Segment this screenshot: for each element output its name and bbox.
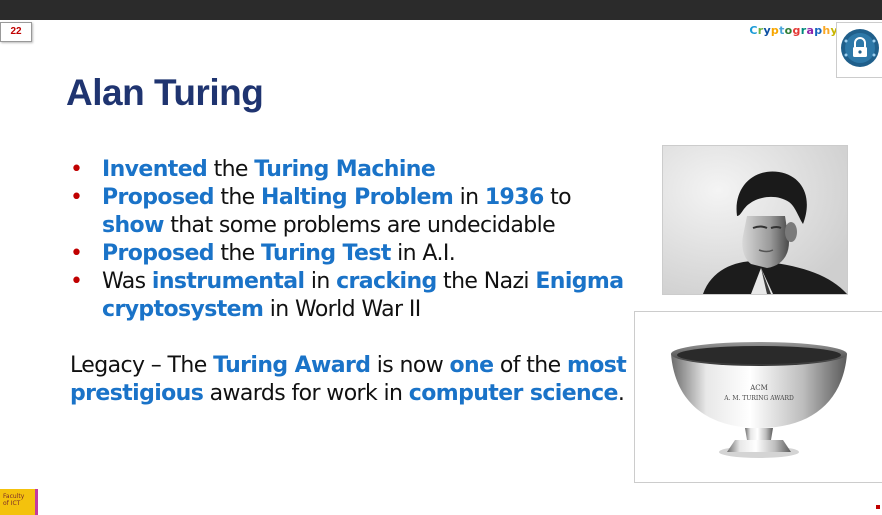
highlighted-text: 1936 [484,185,544,210]
faculty-logo: Faculty of ICT [0,489,38,515]
presentation-top-bar [0,0,882,20]
course-title-char: o [784,24,793,37]
highlighted-text: show [102,213,164,238]
text-run: awards for work in [203,381,409,406]
text-run: of the [493,353,567,378]
course-title-char: y [763,24,771,37]
text-run: is now [370,353,450,378]
text-run: in A.I. [390,241,456,266]
bullet-list: • Invented the Turing Machine • Proposed th… [70,156,630,324]
highlighted-text: cracking [336,269,437,294]
text-run: the Nazi [436,269,536,294]
bullet-icon: • [70,157,83,182]
bullet-item: • Invented the Turing Machine [70,156,630,184]
lock-logo [836,22,882,78]
faculty-logo-line-2: of ICT [3,500,21,507]
highlighted-text: Halting Problem [261,185,454,210]
highlighted-text: computer science [408,381,619,406]
highlighted-text: Turing Machine [254,157,436,182]
text-run: Was [102,269,152,294]
legacy-paragraph: Legacy – The Turing Award is now one of … [70,352,630,408]
bullet-icon: • [70,269,83,294]
text-run: that some problems are undecidable [163,213,556,238]
course-title-char: C [749,24,758,37]
alan-turing-photo [662,145,848,295]
bullet-item: • Proposed the Halting Problem in 1936 to… [70,184,630,240]
bullet-item: • Proposed the Turing Test in A.I. [70,240,630,268]
bullet-icon: • [70,241,83,266]
slide-title: Alan Turing [66,72,264,113]
slide-body: • Invented the Turing Machine • Proposed th… [70,156,630,408]
text-run: in World War II [263,297,422,322]
text-run: the [207,157,255,182]
text-run: the [213,241,262,266]
highlighted-text: Invented [102,157,208,182]
bullet-icon: • [70,185,83,210]
text-run: . [617,381,625,406]
trophy-engraving-line-2: A. M. TURING AWARD [723,395,794,402]
highlighted-text: instrumental [151,269,305,294]
trophy-engraving-line-1: ACM [749,384,768,392]
text-run: to [543,185,571,210]
course-title-char: h [822,24,831,37]
text-run: in [304,269,337,294]
slide-number: 22 [0,22,32,42]
highlighted-text: Turing Award [213,353,371,378]
highlighted-text: Proposed [102,241,215,266]
highlighted-text: Proposed [102,185,215,210]
course-title-char: g [792,24,801,37]
course-title-char: p [770,24,780,37]
slide-corner-mark [876,505,880,509]
text-run: the [213,185,262,210]
bullet-item: • Was instrumental in cracking the Nazi E… [70,268,630,324]
text-run: Legacy – The [70,353,214,378]
highlighted-text: Turing Test [261,241,391,266]
turing-award-trophy-image: ACM A. M. TURING AWARD [634,311,882,483]
lock-icon [841,29,879,67]
faculty-logo-line-1: Faculty [3,493,25,500]
course-title: Cryptography [749,24,838,37]
highlighted-text: one [449,353,495,378]
text-run: in [453,185,485,210]
